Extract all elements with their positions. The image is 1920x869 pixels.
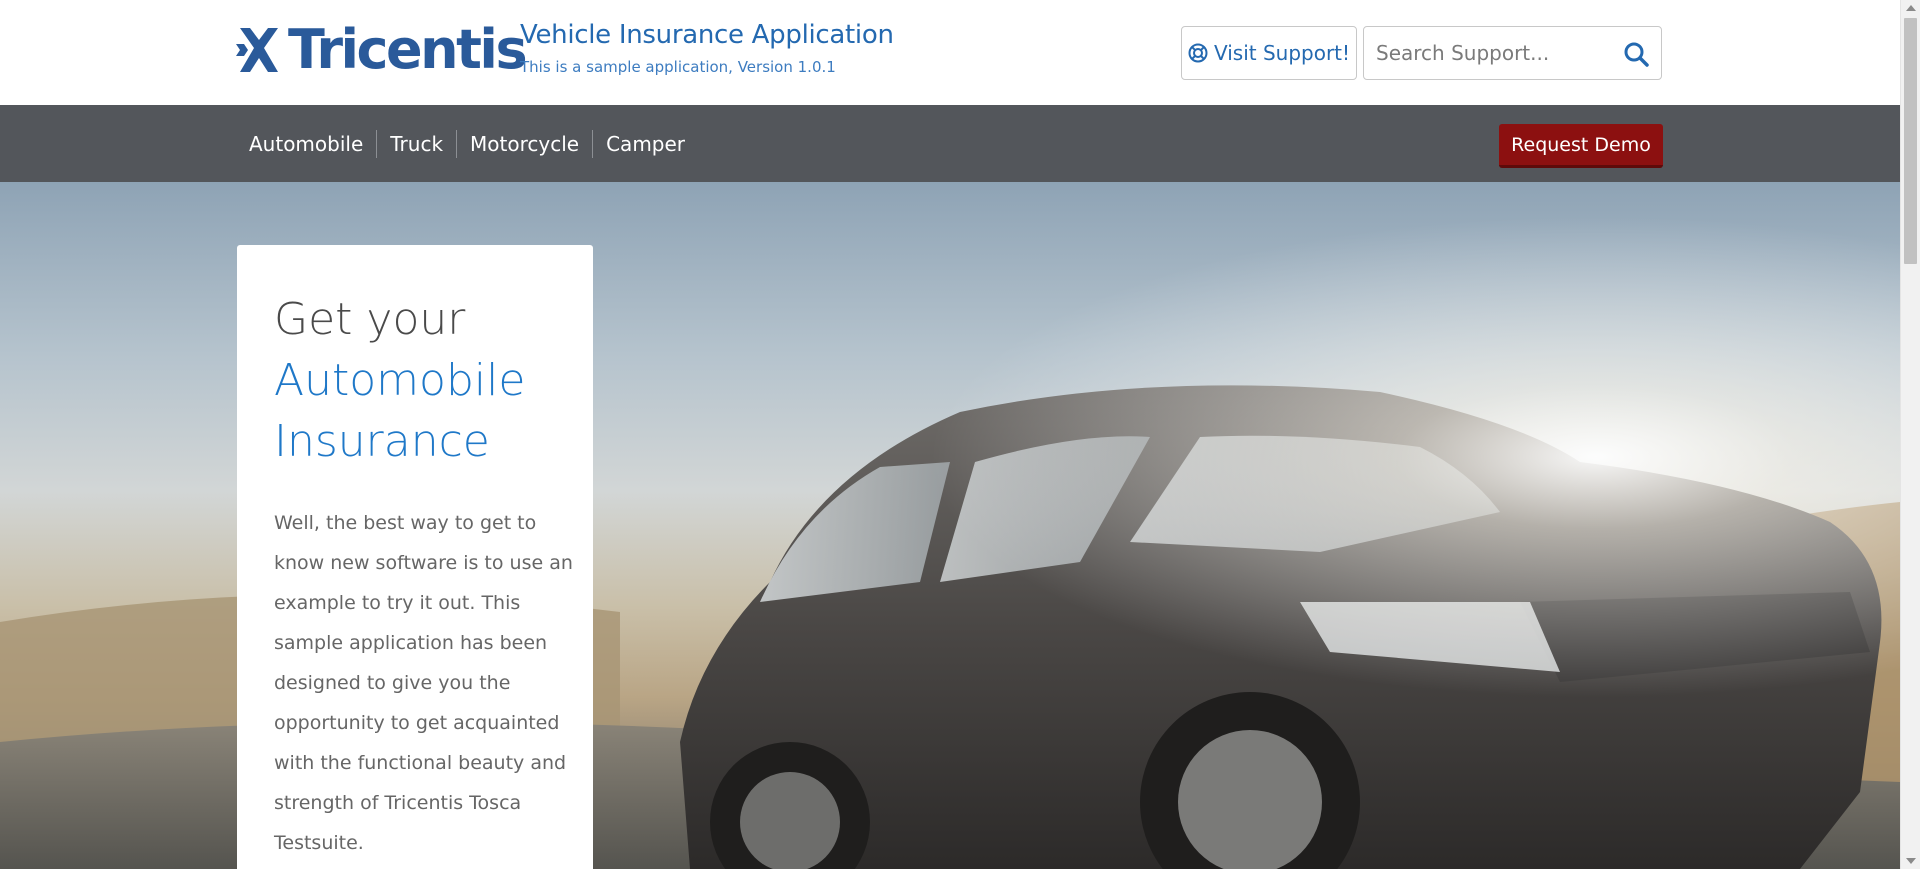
- tricentis-logo-mark-icon: [236, 28, 278, 72]
- nav-item-truck[interactable]: Truck: [376, 129, 456, 158]
- visit-support-button[interactable]: Visit Support!: [1181, 26, 1357, 80]
- visit-support-label: Visit Support!: [1213, 41, 1351, 65]
- app-title: Vehicle Insurance Application: [520, 20, 894, 50]
- search-icon[interactable]: [1623, 41, 1649, 67]
- app-subtitle: This is a sample application, Version 1.…: [520, 58, 836, 76]
- site-header: Tricentis Vehicle Insurance Application …: [0, 0, 1900, 105]
- nav-item-motorcycle[interactable]: Motorcycle: [456, 129, 592, 158]
- nav-item-camper[interactable]: Camper: [592, 129, 698, 158]
- hero-title-line1: Get your: [274, 294, 466, 345]
- hero-title-line3: Insurance: [274, 416, 490, 467]
- hero-title: Get your Automobile Insurance: [274, 289, 574, 472]
- scroll-up-arrow-icon[interactable]: [1906, 5, 1916, 11]
- hero-description: Well, the best way to get to know new so…: [274, 512, 573, 854]
- nav-items: Automobile Truck Motorcycle Camper: [236, 105, 698, 182]
- scroll-down-arrow-icon[interactable]: [1906, 858, 1916, 864]
- search-support-box: [1363, 26, 1662, 80]
- hero-section: Get your Automobile Insurance Well, the …: [0, 182, 1900, 869]
- logo-text: Tricentis: [288, 18, 528, 81]
- vertical-scrollbar[interactable]: [1900, 0, 1920, 869]
- tricentis-logo[interactable]: Tricentis: [236, 18, 528, 81]
- nav-item-automobile[interactable]: Automobile: [236, 130, 376, 158]
- hero-card: Get your Automobile Insurance Well, the …: [237, 245, 593, 869]
- lifebuoy-icon: [1188, 43, 1208, 63]
- scroll-thumb[interactable]: [1904, 18, 1917, 264]
- hero-title-line2: Automobile: [274, 355, 526, 406]
- search-support-input[interactable]: [1376, 37, 1606, 69]
- request-demo-button[interactable]: Request Demo: [1499, 124, 1663, 168]
- main-nav: Automobile Truck Motorcycle Camper Reque…: [0, 105, 1900, 182]
